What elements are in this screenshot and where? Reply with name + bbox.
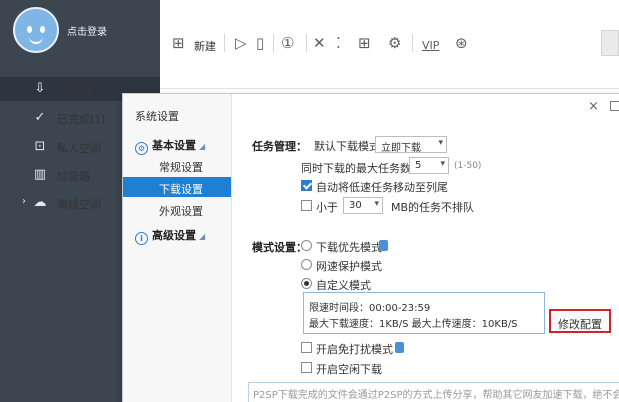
max-tasks-label: 同时下载的最大任务数 bbox=[301, 162, 411, 175]
trash-icon: ▥ bbox=[33, 167, 47, 182]
cloud-icon: ☁ bbox=[33, 195, 47, 210]
grid-icon[interactable]: ⊞ bbox=[358, 33, 371, 53]
max-tasks-hint: (1-50) bbox=[454, 161, 482, 171]
anti-disturb-label: 开启免打扰模式 bbox=[316, 343, 393, 356]
select-value: 30 bbox=[349, 200, 362, 211]
anti-disturb-checkbox[interactable] bbox=[301, 342, 312, 353]
search-box[interactable] bbox=[601, 30, 619, 56]
chevron-right-icon[interactable]: › bbox=[22, 196, 26, 207]
default-mode-select[interactable]: 立即下载 ▾ bbox=[375, 136, 447, 154]
auto-move-label: 自动将低速任务移动至列尾 bbox=[316, 181, 448, 194]
toolbar: ⊞ 新建 ▷ ▯ ① ✕ ⁚ ⊞ ⚙ VIP ⊛ bbox=[160, 0, 619, 89]
lock-icon: ⊡ bbox=[34, 139, 46, 154]
size-threshold-select[interactable]: 30 ▾ bbox=[343, 197, 383, 214]
play-icon[interactable]: ▷ bbox=[235, 33, 247, 53]
sidebar-item-label: 正在下载 bbox=[57, 84, 101, 97]
less-than-checkbox[interactable] bbox=[301, 200, 312, 211]
group-label: 高级设置 bbox=[152, 229, 196, 242]
p2sp-info-box: P2SP下载完成的文件会通过P2SP的方式上传分享，帮助其它网友加速下载，绝不会… bbox=[248, 382, 619, 402]
settings-icon[interactable]: ⚙ bbox=[388, 33, 401, 53]
info-icon: i bbox=[135, 232, 148, 245]
new-task-button[interactable]: 新建 bbox=[194, 38, 216, 54]
task-management-label: 任务管理： bbox=[252, 140, 307, 153]
mode-radio-custom[interactable] bbox=[301, 278, 312, 289]
delete-icon[interactable]: ✕ bbox=[313, 33, 326, 53]
triangle-icon: ◢ bbox=[199, 232, 206, 241]
sidebar-item-label: 垃圾箱 bbox=[57, 170, 90, 183]
nav-label: 下载设置 bbox=[159, 183, 203, 196]
xunlei-app: 点击登录 ⇩ 正在下载 ✓ 已完成(1) ⊡ 私人空间 ▥ 垃圾箱 › ☁ 离线… bbox=[0, 0, 619, 402]
toolbar-divider bbox=[273, 34, 274, 52]
info-icon[interactable] bbox=[395, 342, 404, 353]
clock-icon[interactable]: ① bbox=[281, 33, 294, 53]
maximize-icon[interactable] bbox=[610, 101, 619, 111]
mode-option-label: 下载优先模式 bbox=[316, 241, 382, 254]
p2sp-text: P2SP下载完成的文件会通过P2SP的方式上传分享，帮助其它网友加速下载，绝不会… bbox=[253, 390, 619, 401]
modify-config-button[interactable]: 修改配置 bbox=[549, 309, 611, 333]
settings-nav: 系统设置 ⚙ 基本设置 ◢ 常规设置 下载设置 外观设置 i 高级设置 ◢ bbox=[123, 94, 232, 402]
download-icon: ⇩ bbox=[34, 81, 46, 96]
toolbar-divider bbox=[306, 34, 307, 52]
sidebar-item-label: 已完成(1) bbox=[57, 113, 106, 126]
chevron-down-icon: ▾ bbox=[440, 159, 445, 169]
avatar-eye bbox=[40, 26, 45, 33]
mode-radio-speed-protect[interactable] bbox=[301, 259, 312, 270]
nav-label: 外观设置 bbox=[159, 205, 203, 218]
settings-dialog: 系统设置 ⚙ 基本设置 ◢ 常规设置 下载设置 外观设置 i 高级设置 ◢ × 任务管理… bbox=[122, 93, 619, 402]
close-icon[interactable]: × bbox=[588, 99, 599, 114]
more-icon[interactable]: ⁚ bbox=[336, 33, 341, 53]
size-threshold-suffix: MB的任务不排队 bbox=[391, 201, 475, 214]
group-label: 基本设置 bbox=[152, 139, 196, 152]
custom-mode-panel: 限速时间段：00:00-23:59 最大下载速度：1KB/S 最大上传速度：10… bbox=[303, 292, 545, 334]
gift-icon[interactable]: ⊛ bbox=[455, 33, 468, 53]
info-icon[interactable] bbox=[379, 240, 388, 251]
modify-config-label: 修改配置 bbox=[558, 318, 602, 331]
group-advanced-settings[interactable]: i 高级设置 ◢ bbox=[135, 227, 205, 245]
group-basic-settings[interactable]: ⚙ 基本设置 ◢ bbox=[135, 137, 205, 155]
dialog-title: 系统设置 bbox=[135, 110, 179, 123]
idle-download-checkbox[interactable] bbox=[301, 362, 312, 373]
limit-time-text: 限速时间段：00:00-23:59 bbox=[309, 303, 431, 314]
mode-option-label: 自定义模式 bbox=[316, 279, 371, 292]
mode-radio-download-first[interactable] bbox=[301, 240, 312, 251]
auto-move-checkbox[interactable] bbox=[301, 180, 312, 191]
vip-icon[interactable]: VIP bbox=[422, 36, 439, 56]
avatar-mouth bbox=[29, 36, 43, 44]
chevron-down-icon: ▾ bbox=[374, 199, 379, 209]
chevron-down-icon: ▾ bbox=[438, 138, 443, 148]
sidebar-item-label: 离线空间 bbox=[57, 198, 101, 211]
sidebar-item-label: 私人空间 bbox=[57, 142, 101, 155]
toolbar-divider bbox=[224, 34, 225, 52]
mode-option-label: 网速保护模式 bbox=[316, 260, 382, 273]
less-than-label: 小于 bbox=[316, 201, 338, 214]
nav-appearance-settings[interactable]: 外观设置 bbox=[123, 199, 231, 219]
avatar[interactable] bbox=[13, 7, 59, 53]
mode-settings-label: 模式设置： bbox=[252, 241, 307, 254]
login-link[interactable]: 点击登录 bbox=[67, 23, 107, 38]
toolbar-divider bbox=[412, 34, 413, 52]
nav-download-settings[interactable]: 下载设置 bbox=[123, 177, 231, 197]
gear-icon: ⚙ bbox=[135, 142, 148, 155]
check-circle-icon: ✓ bbox=[34, 110, 46, 125]
pause-icon[interactable]: ▯ bbox=[256, 33, 264, 53]
idle-download-label: 开启空闲下载 bbox=[316, 363, 382, 376]
select-value: 立即下载 bbox=[381, 143, 421, 154]
nav-general-settings[interactable]: 常规设置 bbox=[123, 155, 231, 175]
nav-label: 常规设置 bbox=[159, 161, 203, 174]
triangle-icon: ◢ bbox=[199, 142, 206, 151]
avatar-eye bbox=[27, 26, 32, 33]
limit-speed-text: 最大下载速度：1KB/S 最大上传速度：10KB/S bbox=[309, 319, 518, 330]
select-value: 5 bbox=[415, 160, 422, 171]
new-task-icon[interactable]: ⊞ bbox=[172, 33, 185, 53]
max-tasks-select[interactable]: 5 ▾ bbox=[409, 157, 449, 174]
